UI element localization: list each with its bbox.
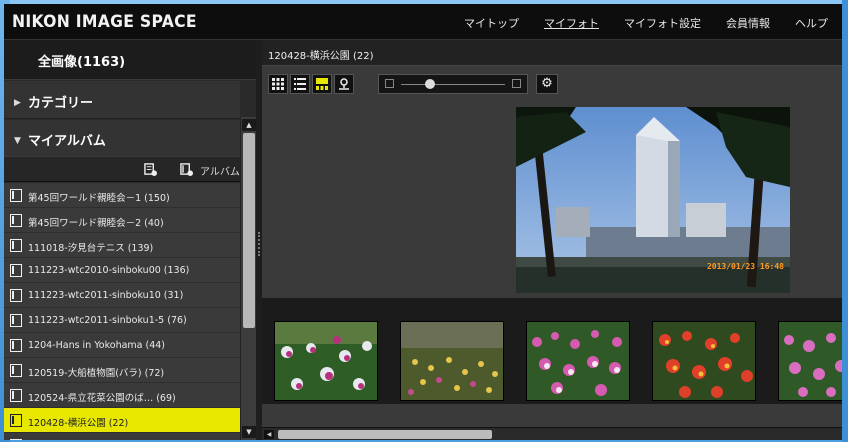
category-label: カテゴリー xyxy=(28,96,94,111)
album-label: 1204-Hans in Yokohama (44) xyxy=(28,340,166,351)
scroll-left-arrow-icon[interactable]: ◀ xyxy=(264,430,274,439)
settings-gear-icon[interactable]: ⚙ xyxy=(536,74,558,94)
album-item[interactable]: 111018-汐見台テニス (139) xyxy=(4,233,240,258)
zoom-slider[interactable] xyxy=(378,74,528,94)
nav-my-photo-settings[interactable]: マイフォト設定 xyxy=(624,15,701,31)
album-label: 111018-汐見台テニス (139) xyxy=(28,243,154,254)
album-label: 第45回ワールド親睦会－2 (40) xyxy=(28,218,164,229)
map-view-icon xyxy=(339,78,349,90)
main-photo[interactable]: 2013/01/23 16:48 xyxy=(516,107,790,293)
scroll-down-arrow-icon[interactable]: ▼ xyxy=(242,426,256,438)
nav-my-top[interactable]: マイトップ xyxy=(464,15,519,31)
grid-view-button[interactable] xyxy=(268,74,288,94)
new-category-icon[interactable] xyxy=(144,163,157,176)
map-view-button[interactable] xyxy=(334,74,354,94)
album-icon xyxy=(10,189,22,202)
album-icon xyxy=(10,264,22,277)
zoom-rail xyxy=(401,84,505,85)
zoom-in-icon[interactable] xyxy=(512,79,521,88)
top-bar: NIKON IMAGE SPACE マイトップ マイフォト マイフォト設定 会員… xyxy=(4,4,842,40)
thumbnail[interactable] xyxy=(400,321,504,401)
collapse-arrow-icon: ▼ xyxy=(14,136,21,146)
category-section[interactable]: ▶ カテゴリー xyxy=(4,81,240,119)
album-icon xyxy=(10,364,22,377)
thumbnail[interactable] xyxy=(652,321,756,401)
album-item[interactable]: 第45回ワールド親睦会－1 (150) xyxy=(4,183,240,208)
album-item[interactable]: 1204-Hans in Yokohama (44) xyxy=(4,333,240,358)
album-icon xyxy=(10,239,22,252)
album-icon xyxy=(10,389,22,402)
splitter-grip-icon[interactable] xyxy=(258,232,260,256)
thumbnail-scroll-thumb[interactable] xyxy=(278,430,492,439)
thumbnail-strip xyxy=(262,298,842,404)
album-item[interactable] xyxy=(4,433,240,440)
thumbnail-scrollbar[interactable]: ◀ xyxy=(262,427,842,440)
thumbnail[interactable] xyxy=(274,321,378,401)
album-icon xyxy=(10,414,22,427)
breadcrumb: 120428-横浜公園 (22) xyxy=(262,40,842,66)
expand-arrow-icon: ▶ xyxy=(14,98,21,108)
all-images-link[interactable]: 全画像(1163) xyxy=(4,40,262,80)
album-list: 第45回ワールド親睦会－1 (150) 第45回ワールド親睦会－2 (40) 1… xyxy=(4,183,240,440)
album-icon xyxy=(10,339,22,352)
album-icon xyxy=(10,439,22,440)
window-border-right xyxy=(842,0,848,442)
thumbnail[interactable] xyxy=(526,321,630,401)
app-window: NIKON IMAGE SPACE マイトップ マイフォト マイフォト設定 会員… xyxy=(4,4,842,440)
album-icon xyxy=(10,289,22,302)
album-icon xyxy=(10,214,22,227)
sidebar: 全画像(1163) ▶ カテゴリー ▼ マイアルバム アルバム 第45回ワールド親睦… xyxy=(4,40,262,440)
photo-timestamp: 2013/01/23 16:48 xyxy=(706,262,784,271)
grid-view-icon xyxy=(272,78,284,90)
album-label: 第45回ワールド親睦会－1 (150) xyxy=(28,193,170,204)
nav-help[interactable]: ヘルプ xyxy=(795,15,828,31)
my-album-label: マイアルバム xyxy=(28,134,106,149)
album-item[interactable]: 120524-県立花菜公園のば… (69) xyxy=(4,383,240,408)
album-label: 111223-wtc2010-sinboku00 (136) xyxy=(28,265,190,276)
film-view-button[interactable] xyxy=(312,74,332,94)
album-item[interactable]: 111223-wtc2011-sinboku10 (31) xyxy=(4,283,240,308)
album-label: 120428-横浜公園 (22) xyxy=(28,418,129,429)
zoom-knob[interactable] xyxy=(425,79,436,89)
thumbnail[interactable] xyxy=(778,321,842,401)
album-label: 111223-wtc2011-sinboku10 (31) xyxy=(28,290,184,301)
album-icon xyxy=(10,314,22,327)
album-toolbar: アルバム xyxy=(4,156,240,182)
album-item[interactable]: 111223-wtc2010-sinboku00 (136) xyxy=(4,258,240,283)
logo[interactable]: NIKON IMAGE SPACE xyxy=(12,12,197,32)
nav-my-photo[interactable]: マイフォト xyxy=(544,15,599,31)
album-label: 120524-県立花菜公園のば… (69) xyxy=(28,393,176,404)
album-item[interactable]: 第45回ワールド親睦会－2 (40) xyxy=(4,208,240,233)
list-view-button[interactable] xyxy=(290,74,310,94)
view-toolbar: ⚙ xyxy=(262,66,842,102)
album-item[interactable]: 120519-大船植物園(バラ) (72) xyxy=(4,358,240,383)
album-label: 111223-wtc2011-sinboku1-5 (76) xyxy=(28,315,187,326)
main-nav: マイトップ マイフォト マイフォト設定 会員情報 ヘルプ xyxy=(464,15,828,31)
film-view-icon xyxy=(316,78,328,90)
album-item-selected[interactable]: 120428-横浜公園 (22) xyxy=(4,408,240,433)
photo-viewer: 2013/01/23 16:48 xyxy=(262,102,842,298)
zoom-out-icon[interactable] xyxy=(385,79,394,88)
nav-member-info[interactable]: 会員情報 xyxy=(726,15,770,31)
my-album-section[interactable]: ▼ マイアルバム xyxy=(4,120,240,156)
main-content: 120428-横浜公園 (22) ⚙ 2013/01/23 16:48 ◀ xyxy=(262,40,842,440)
sidebar-scrollbar[interactable]: ▲ ▼ xyxy=(240,117,256,440)
list-view-icon xyxy=(294,78,306,90)
scroll-up-arrow-icon[interactable]: ▲ xyxy=(242,119,256,131)
new-album-icon[interactable] xyxy=(180,163,193,176)
album-button-label[interactable]: アルバム xyxy=(200,163,240,178)
album-label: 120519-大船植物園(バラ) (72) xyxy=(28,368,165,379)
sidebar-scroll-thumb[interactable] xyxy=(243,133,255,328)
album-item[interactable]: 111223-wtc2011-sinboku1-5 (76) xyxy=(4,308,240,333)
